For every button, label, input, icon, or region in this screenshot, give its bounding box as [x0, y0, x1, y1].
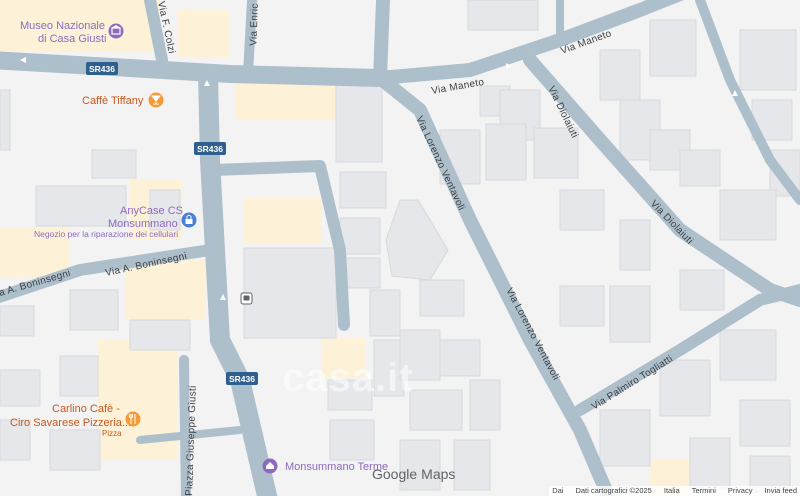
- attribution-privacy-link[interactable]: Privacy: [728, 486, 753, 496]
- carlino-category: Pizza: [102, 429, 122, 438]
- road-shield-sr436-bottom: SR436: [226, 372, 258, 385]
- carlino-name-line1: Carlino Cafè -: [52, 403, 120, 415]
- svg-text:SR436: SR436: [197, 144, 223, 154]
- svg-text:SR436: SR436: [229, 374, 255, 384]
- label-via-enric: Via Enric: [248, 3, 260, 46]
- carlino-name-line2: Ciro Savarese Pizzeria...: [10, 417, 131, 429]
- attribution-feedback-link[interactable]: Invia feed: [764, 486, 797, 496]
- attribution-country[interactable]: Italia: [664, 486, 680, 496]
- anycase-category: Negozio per la riparazione dei cellulari: [34, 229, 178, 239]
- restaurant-icon: [125, 411, 141, 427]
- museo-name-line2: di Casa Giusti: [38, 33, 106, 45]
- maps-wordmark: Maps: [421, 466, 456, 482]
- bus-stop-icon[interactable]: [240, 292, 253, 305]
- landmark-icon: [262, 458, 278, 474]
- anycase-name-line1: AnyCase CS: [120, 205, 183, 217]
- svg-text:SR436: SR436: [89, 64, 115, 74]
- attribution-left: Dai: [552, 486, 564, 495]
- attribution-terms-link[interactable]: Termini: [692, 486, 716, 496]
- cafe-icon: [148, 92, 164, 108]
- shopping-bag-icon: [181, 212, 197, 228]
- poi-caffe-tiffany[interactable]: Caffè Tiffany: [82, 92, 164, 108]
- road-north: [373, 0, 390, 85]
- casa-it-watermark: casa.it: [282, 356, 414, 400]
- google-wordmark: Google: [372, 466, 418, 482]
- museo-name-line1: Museo Nazionale: [20, 20, 105, 32]
- attribution-map-data[interactable]: Dati cartografici ©2025: [575, 486, 651, 496]
- road-shield-sr436-mid: SR436: [194, 142, 226, 155]
- road-shield-sr436-top: SR436: [86, 62, 118, 75]
- attribution-bar: Dai Dati cartografici ©2025 Italia Termi…: [549, 486, 800, 496]
- google-maps-logo: Google Maps: [372, 466, 455, 482]
- map-canvas[interactable]: SR436 SR436 SR436 Via Maneto Via Maneto …: [0, 0, 800, 496]
- caffe-tiffany-name: Caffè Tiffany: [82, 95, 144, 107]
- museum-icon: [108, 23, 124, 39]
